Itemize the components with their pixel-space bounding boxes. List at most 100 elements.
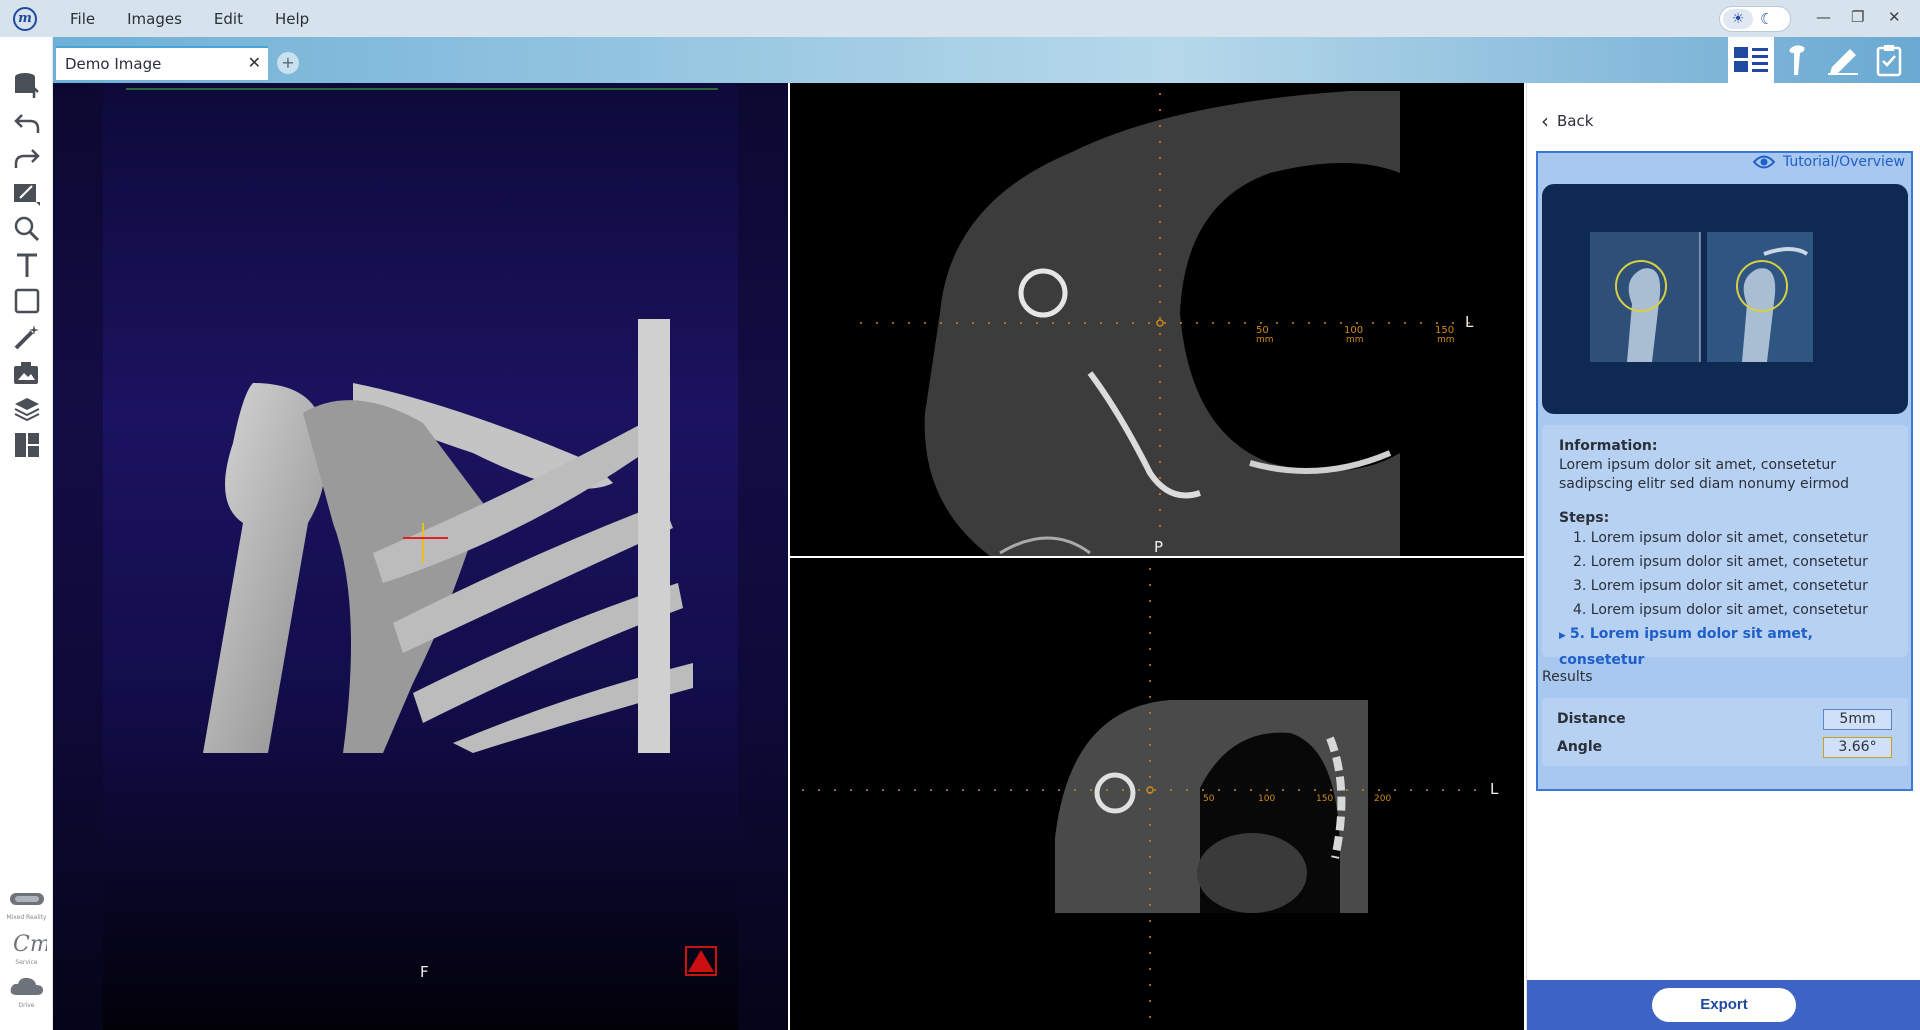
- coronal-viewport[interactable]: 50 100 150 200 L: [790, 558, 1524, 1030]
- coronal-label-l: L: [1490, 780, 1499, 798]
- distance-label: Distance: [1557, 711, 1626, 727]
- drive-button[interactable]: Drive: [4, 975, 49, 1009]
- redo-icon: [14, 149, 40, 168]
- tutorial-box: Tutorial/Overview Information: Lorem ips…: [1536, 151, 1913, 791]
- annotate-button[interactable]: [9, 175, 45, 211]
- tutorial-preview-image: [1542, 184, 1908, 414]
- menu-bar: File Images Edit Help: [70, 0, 341, 37]
- tutorial-link-label: Tutorial/Overview: [1782, 154, 1905, 170]
- svg-text:Cm: Cm: [13, 932, 47, 954]
- redo-button[interactable]: [9, 139, 45, 175]
- layers-button[interactable]: [9, 391, 45, 427]
- layout-icon: [1734, 47, 1768, 72]
- magic-wand-button[interactable]: [9, 319, 45, 355]
- zoom-icon: [14, 216, 40, 242]
- distance-value[interactable]: 5mm: [1823, 709, 1892, 730]
- axial-slice: [860, 91, 1470, 556]
- export-button[interactable]: Export: [1652, 988, 1796, 1022]
- minimize-icon[interactable]: —: [1816, 8, 1831, 26]
- undo-button[interactable]: [9, 104, 45, 140]
- text-icon: [17, 253, 37, 277]
- step-5-active[interactable]: ▶ 5. Lorem ipsum dolor sit amet, consetet…: [1559, 622, 1891, 672]
- volume-3d-viewport[interactable]: F: [53, 83, 788, 1030]
- menu-file[interactable]: File: [70, 10, 95, 28]
- bone-icon: [1789, 45, 1805, 75]
- anatomy-mode-button[interactable]: [1774, 37, 1820, 83]
- angle-value[interactable]: 3.66°: [1823, 737, 1892, 758]
- crop-button[interactable]: [9, 283, 45, 319]
- clipboard-icon: [1876, 45, 1902, 77]
- annotate-image-icon: [14, 184, 40, 206]
- coronal-scale-150: 150: [1316, 794, 1334, 804]
- layout-grid-icon: [15, 433, 39, 457]
- moon-icon[interactable]: ☾: [1760, 9, 1784, 29]
- crop-icon: [14, 288, 40, 314]
- tab-label: Demo Image: [65, 55, 162, 73]
- layout-mode-button[interactable]: [1728, 37, 1774, 83]
- menu-help[interactable]: Help: [275, 10, 309, 28]
- add-tab-button[interactable]: +: [277, 52, 299, 74]
- back-label: Back: [1557, 112, 1594, 130]
- menu-edit[interactable]: Edit: [214, 10, 243, 28]
- axial-scale-unit-50: mm: [1256, 335, 1274, 345]
- export-bar: Export: [1527, 980, 1920, 1030]
- report-mode-button[interactable]: [1866, 37, 1912, 83]
- service-icon: Cm: [13, 932, 51, 957]
- menu-images[interactable]: Images: [127, 10, 182, 28]
- screenshot-icon: [14, 362, 38, 384]
- screenshot-button[interactable]: [9, 355, 45, 391]
- shoulder-preview-illustration: [1590, 232, 1813, 362]
- draw-mode-button[interactable]: [1820, 37, 1866, 83]
- mixed-reality-button[interactable]: Mixed Reality: [4, 889, 49, 921]
- left-toolbar: Mixed Reality Cm Service Drive: [0, 37, 53, 1030]
- coronal-scale-100: 100: [1258, 794, 1276, 804]
- step-2[interactable]: 2. Lorem ipsum dolor sit amet, consetetu…: [1559, 550, 1891, 574]
- layout-grid-button[interactable]: [9, 427, 45, 463]
- zoom-button[interactable]: [9, 211, 45, 247]
- axial-label-l: L: [1465, 313, 1474, 331]
- app-logo: m: [13, 7, 37, 31]
- step-3[interactable]: 3. Lorem ipsum dolor sit amet, consetetu…: [1559, 574, 1891, 598]
- step-4[interactable]: 4. Lorem ipsum dolor sit amet, consetetu…: [1559, 598, 1891, 622]
- results-title: Results: [1542, 669, 1593, 685]
- steps-title: Steps:: [1559, 510, 1610, 526]
- service-button[interactable]: Cm Service: [4, 932, 51, 966]
- close-tab-icon[interactable]: ✕: [248, 53, 261, 72]
- coronal-slice: [802, 568, 1490, 1018]
- axial-scale-unit-150: mm: [1437, 335, 1455, 345]
- information-box: Information: Lorem ipsum dolor sit amet,…: [1542, 425, 1908, 668]
- title-bar: m File Images Edit Help ☀ ☾ — ❐ ✕: [0, 0, 1920, 37]
- play-marker-icon: ▶: [1559, 631, 1566, 641]
- magic-wand-icon: [14, 325, 39, 350]
- layers-icon: [14, 398, 40, 422]
- information-title: Information:: [1559, 438, 1658, 454]
- mixed-reality-caption: Mixed Reality: [6, 914, 47, 921]
- text-tool-button[interactable]: [9, 247, 45, 283]
- coronal-scale-200: 200: [1374, 794, 1392, 804]
- volume-render: [53, 83, 788, 1030]
- step-1[interactable]: 1. Lorem ipsum dolor sit amet, consetetu…: [1559, 526, 1891, 550]
- undo-icon: [14, 114, 40, 133]
- restore-icon[interactable]: ❐: [1851, 8, 1864, 26]
- import-data-button[interactable]: [9, 67, 45, 103]
- axial-label-p: P: [1154, 538, 1164, 556]
- axial-scale-unit-100: mm: [1346, 335, 1364, 345]
- chevron-left-icon: ‹: [1541, 109, 1549, 133]
- coronal-scale-50: 50: [1203, 794, 1215, 804]
- back-button[interactable]: ‹ Back: [1541, 109, 1593, 133]
- database-upload-icon: [15, 73, 39, 98]
- theme-toggle[interactable]: ☀ ☾: [1719, 6, 1791, 32]
- cloud-drive-icon: [10, 977, 43, 995]
- tutorial-panel: ‹ Back Tutorial/Overview Information: Lo…: [1526, 83, 1920, 1030]
- sun-icon[interactable]: ☀: [1723, 9, 1753, 29]
- axial-viewport[interactable]: 50 mm 100 mm 150 mm L P: [790, 83, 1524, 556]
- vr-headset-icon: [9, 893, 44, 905]
- tutorial-overview-link[interactable]: Tutorial/Overview: [1752, 154, 1905, 170]
- close-window-icon[interactable]: ✕: [1888, 8, 1901, 26]
- step-5-label: 5. Lorem ipsum dolor sit amet, consetetu…: [1559, 626, 1813, 668]
- tab-demo-image[interactable]: Demo Image ✕: [56, 46, 268, 80]
- results-box: Distance 5mm Angle 3.66°: [1542, 698, 1908, 766]
- orientation-label-f: F: [420, 963, 429, 981]
- eye-icon: [1752, 155, 1775, 169]
- tab-bar: Demo Image ✕ +: [53, 37, 1920, 83]
